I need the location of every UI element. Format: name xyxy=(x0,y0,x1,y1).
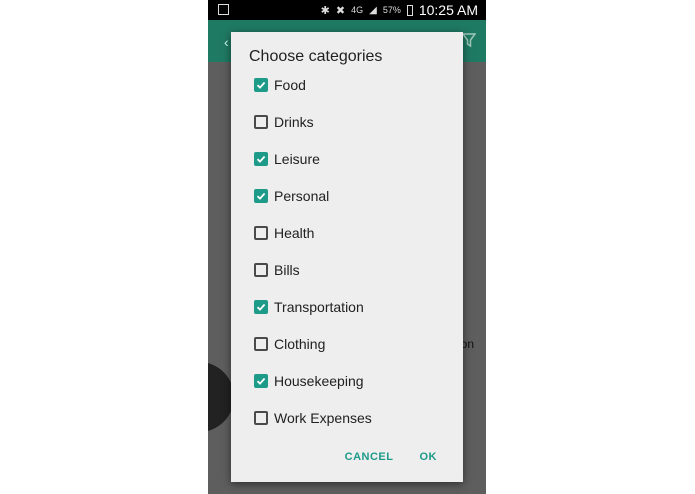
category-item-leisure[interactable]: Leisure xyxy=(254,149,320,169)
bluetooth-icon: ✱ xyxy=(320,4,330,17)
category-item-bills[interactable]: Bills xyxy=(254,260,300,280)
checkbox[interactable] xyxy=(254,189,268,203)
checkbox[interactable] xyxy=(254,411,268,425)
mute-icon: ✖ xyxy=(335,4,346,17)
category-label: Health xyxy=(274,225,315,241)
dialog-title: Choose categories xyxy=(249,48,383,65)
battery-icon xyxy=(406,4,413,16)
category-label: Transportation xyxy=(274,299,364,315)
checkbox[interactable] xyxy=(254,78,268,92)
checkbox[interactable] xyxy=(254,226,268,240)
category-label: Housekeeping xyxy=(274,373,364,389)
cancel-button[interactable]: CANCEL xyxy=(345,451,394,463)
checkbox[interactable] xyxy=(254,300,268,314)
choose-categories-dialog: Choose categories Food Drinks Leisure Pe… xyxy=(231,32,463,482)
checkbox[interactable] xyxy=(254,115,268,129)
network-type: 4G xyxy=(351,5,364,15)
category-label: Bills xyxy=(274,262,300,278)
clock: 10:25 AM xyxy=(418,2,478,18)
category-label: Clothing xyxy=(274,336,326,352)
ok-button[interactable]: OK xyxy=(420,451,438,463)
category-item-work-expenses[interactable]: Work Expenses xyxy=(254,408,372,428)
checkbox[interactable] xyxy=(254,263,268,277)
category-label: Work Expenses xyxy=(274,410,372,426)
category-item-housekeeping[interactable]: Housekeeping xyxy=(254,371,364,391)
checkbox[interactable] xyxy=(254,374,268,388)
signal-icon: ◢ xyxy=(369,4,377,16)
category-label: Drinks xyxy=(274,114,314,130)
filter-icon[interactable] xyxy=(462,32,476,48)
category-item-clothing[interactable]: Clothing xyxy=(254,334,325,354)
battery-percent: 57% xyxy=(382,5,401,15)
checkbox[interactable] xyxy=(254,337,268,351)
category-item-transportation[interactable]: Transportation xyxy=(254,297,364,317)
dialog-actions: CANCEL OK xyxy=(345,451,437,463)
category-label: Food xyxy=(274,77,306,93)
category-label: Leisure xyxy=(274,151,320,167)
category-item-drinks[interactable]: Drinks xyxy=(254,112,314,132)
checkbox[interactable] xyxy=(254,152,268,166)
category-label: Personal xyxy=(274,188,330,204)
category-item-food[interactable]: Food xyxy=(254,75,306,95)
screenshot-icon xyxy=(218,4,229,15)
category-item-personal[interactable]: Personal xyxy=(254,186,329,206)
status-bar: ✱ ✖ 4G ◢ 57% 10:25 AM xyxy=(208,0,486,20)
category-item-health[interactable]: Health xyxy=(254,223,314,243)
back-icon[interactable]: ‹ xyxy=(224,34,229,50)
